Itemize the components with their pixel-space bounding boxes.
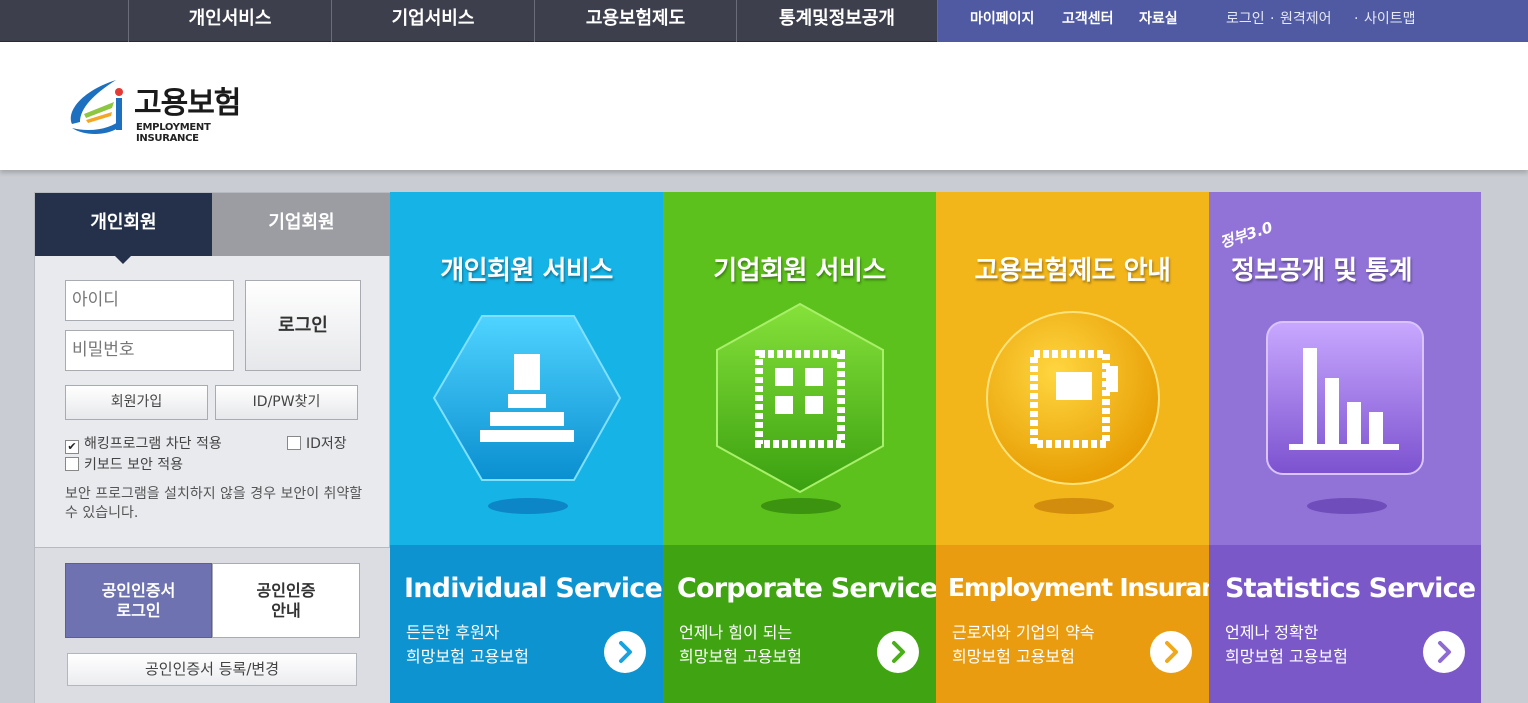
mypage-link[interactable]: 마이페이지 [970,0,1034,38]
nav-statistics[interactable]: 통계및정보공개 [736,0,938,42]
cert-login-line1: 공인인증서 [101,581,176,600]
bullet-icon: · [1354,11,1359,27]
logo-subtitle: EMPLOYMENT INSURANCE [136,122,211,144]
logo[interactable]: 고용보험 EMPLOYMENT INSURANCE [66,72,266,144]
cert-info-line2: 안내 [271,601,301,620]
emblem-shadow [1307,498,1387,514]
corporate-service-card[interactable]: 기업회원 서비스 Corporate Service 언제나 힘이 되는 희망보… [663,192,936,703]
card-description: 근로자와 기업의 약속 희망보험 고용보험 [952,621,1095,669]
employment-insurance-card[interactable]: 고용보험제도 안내 Employment Insurance 근로자와 기업의 … [936,192,1209,703]
tab-corporate-member[interactable]: 기업회원 [212,193,391,256]
card-english-title: Statistics Service [1225,573,1476,604]
id-save-checkbox[interactable]: ID저장 [287,435,347,453]
gov30-badge: 정부3.0 [1217,218,1275,252]
card-description-line1: 언제나 정확한 [1225,623,1319,642]
chevron-right-icon[interactable] [604,631,646,673]
card-description: 든든한 후원자 희망보험 고용보험 [406,621,529,669]
card-english-title: Corporate Service [677,573,936,604]
id-input[interactable]: 아이디 [65,280,234,321]
certificate-login-button[interactable]: 공인인증서 로그인 [65,563,212,638]
nav-corporate-services[interactable]: 기업서비스 [331,0,534,42]
card-bottom: Individual Service 든든한 후원자 희망보험 고용보험 [390,545,663,703]
card-bottom: Employment Insurance 근로자와 기업의 약속 희망보험 고용… [936,545,1209,703]
password-input[interactable]: 비밀번호 [65,330,234,371]
cert-login-line2: 로그인 [116,601,161,620]
login-link[interactable]: 로그인 [1226,0,1265,38]
sitemap-link[interactable]: 사이트맵 [1364,0,1416,38]
card-english-title: Employment Insurance [948,573,1209,602]
chevron-right-icon[interactable] [877,631,919,673]
join-button[interactable]: 회원가입 [65,385,208,420]
building-hexagon-icon [716,302,884,494]
card-title: 정보공개 및 통계 [1231,256,1413,286]
customer-center-link[interactable]: 고객센터 [1062,0,1114,38]
card-description-line2: 희망보험 고용보험 [952,647,1075,666]
card-bottom: Statistics Service 언제나 정확한 희망보험 고용보험 [1209,545,1481,703]
keyboard-security-label: 키보드 보안 적용 [84,457,184,473]
cert-info-line1: 공인인증 [256,581,316,600]
emblem-shadow [1034,498,1114,514]
card-top: 개인회원 서비스 [390,192,663,545]
nav-personal-services[interactable]: 개인서비스 [128,0,331,42]
chevron-right-icon[interactable] [1150,631,1192,673]
remote-control-link[interactable]: 원격제어 [1280,0,1332,38]
card-description: 언제나 정확한 희망보험 고용보험 [1225,621,1348,669]
security-notice: 보안 프로그램을 설치하지 않을 경우 보안이 취약할 수 있습니다. [65,486,363,521]
tab-personal-member[interactable]: 개인회원 [35,193,212,264]
card-description-line1: 근로자와 기업의 약속 [952,623,1095,642]
bar-chart-icon [1266,321,1424,475]
header: 고용보험 EMPLOYMENT INSURANCE [0,42,1528,170]
find-id-pw-button[interactable]: ID/PW찾기 [215,385,358,420]
keyboard-security-checkbox[interactable]: 키보드 보안 적용 [65,456,183,474]
login-panel: 개인회원 기업회원 아이디 비밀번호 로그인 회원가입 ID/PW찾기 ✔ 해킹프… [34,192,391,703]
card-title: 기업회원 서비스 [713,256,886,286]
card-description: 언제나 힘이 되는 희망보험 고용보험 [679,621,802,669]
certificate-area: 공인인증서 로그인 공인인증 안내 공인인증서 등록/변경 [35,547,391,703]
hacking-block-checkbox[interactable]: ✔ 해킹프로그램 차단 적용 [65,435,222,454]
archive-link[interactable]: 자료실 [1139,0,1178,38]
card-description-line1: 언제나 힘이 되는 [679,623,793,642]
card-description-line2: 희망보험 고용보험 [679,647,802,666]
bullet-icon: · [1270,11,1275,27]
individual-service-card[interactable]: 개인회원 서비스 Individual Service 든든한 후원자 희망보험… [390,192,663,703]
card-english-title: Individual Service [404,573,663,604]
certificate-info-button[interactable]: 공인인증 안내 [212,563,360,638]
card-top: 정부3.0 정보공개 및 통계 [1209,192,1481,545]
emblem-shadow [488,498,568,514]
card-top: 고용보험제도 안내 [936,192,1209,545]
card-top: 기업회원 서비스 [663,192,936,545]
nav-insurance-system[interactable]: 고용보험제도 [534,0,736,42]
emblem-shadow [761,498,841,514]
card-bottom: Corporate Service 언제나 힘이 되는 희망보험 고용보험 [663,545,936,703]
checkmark-icon: ✔ [65,440,79,454]
card-description-line2: 희망보험 고용보험 [1225,647,1348,666]
login-button[interactable]: 로그인 [245,280,361,371]
member-tabs: 개인회원 기업회원 [35,193,391,264]
checkbox-empty-icon [65,457,79,471]
top-navigation: 개인서비스 기업서비스 고용보험제도 통계및정보공개 마이페이지 고객센터 자료… [0,0,1528,42]
utility-menu: 마이페이지 고객센터 자료실 로그인 · 원격제어 · 사이트맵 [938,0,1528,42]
logo-mark-icon [70,80,123,134]
card-description-line2: 희망보험 고용보험 [406,647,529,666]
document-circle-icon [986,311,1160,485]
card-title: 고용보험제도 안내 [974,256,1171,286]
chevron-right-icon[interactable] [1423,631,1465,673]
checkbox-empty-icon [287,436,301,450]
card-title: 개인회원 서비스 [440,256,613,286]
certificate-register-button[interactable]: 공인인증서 등록/변경 [67,653,357,686]
statistics-service-card[interactable]: 정부3.0 정보공개 및 통계 Statistics Service 언제나 정… [1209,192,1481,703]
person-hexagon-icon [432,315,622,481]
hacking-block-label: 해킹프로그램 차단 적용 [84,436,222,452]
id-save-label: ID저장 [306,436,347,452]
card-description-line1: 든든한 후원자 [406,623,500,642]
logo-title: 고용보험 [134,86,241,121]
